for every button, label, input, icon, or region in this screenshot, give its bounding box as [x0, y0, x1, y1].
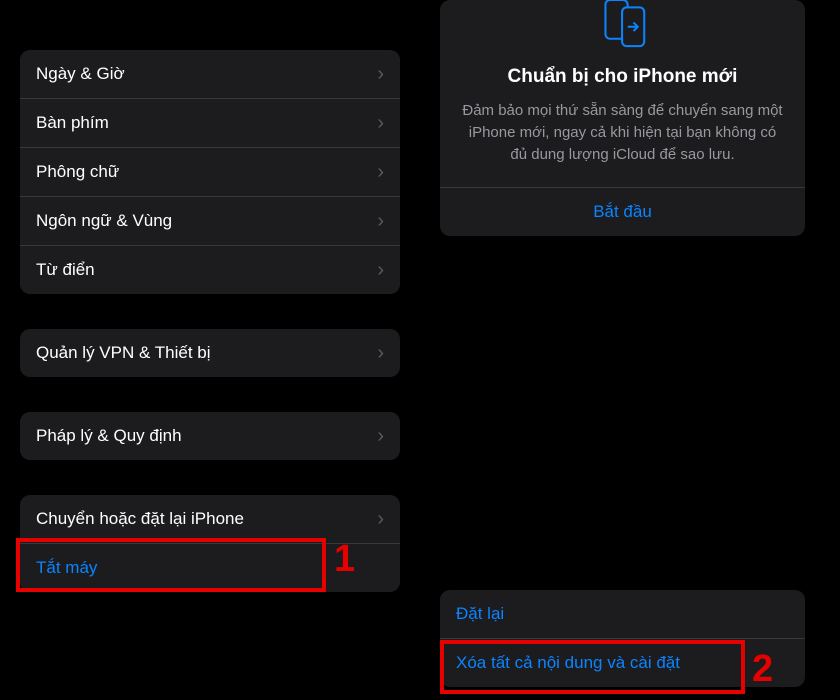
row-dictionary[interactable]: Từ điển › [20, 245, 400, 294]
row-label: Ngôn ngữ & Vùng [36, 211, 172, 231]
chevron-right-icon: › [377, 113, 384, 133]
row-label: Phông chữ [36, 162, 119, 182]
row-label: Bàn phím [36, 113, 109, 133]
row-vpn-device[interactable]: Quản lý VPN & Thiết bị › [20, 329, 400, 377]
prepare-title: Chuẩn bị cho iPhone mới [460, 66, 785, 88]
prepare-iphone-card: Chuẩn bị cho iPhone mới Đảm bảo mọi thứ … [440, 0, 805, 236]
row-label: Từ điển [36, 260, 95, 280]
prepare-description: Đảm bảo mọi thứ sẵn sàng để chuyển sang … [460, 100, 785, 165]
settings-group-vpn: Quản lý VPN & Thiết bị › [20, 329, 400, 377]
chevron-right-icon: › [377, 162, 384, 182]
row-transfer-reset[interactable]: Chuyển hoặc đặt lại iPhone › [20, 495, 400, 543]
chevron-right-icon: › [377, 260, 384, 280]
chevron-right-icon: › [377, 343, 384, 363]
get-started-button[interactable]: Bắt đầu [460, 188, 785, 236]
row-label: Pháp lý & Quy định [36, 426, 182, 446]
row-date-time[interactable]: Ngày & Giờ › [20, 50, 400, 98]
chevron-right-icon: › [377, 426, 384, 446]
row-shutdown[interactable]: Tắt máy [20, 543, 400, 592]
chevron-right-icon: › [377, 211, 384, 231]
reset-actions-group: Đặt lại Xóa tất cả nội dung và cài đặt [440, 590, 805, 687]
settings-group-reset: Chuyển hoặc đặt lại iPhone › Tắt máy [20, 495, 400, 592]
settings-group-general: Ngày & Giờ › Bàn phím › Phông chữ › Ngôn… [20, 50, 400, 294]
settings-group-legal: Pháp lý & Quy định › [20, 412, 400, 460]
row-fonts[interactable]: Phông chữ › [20, 147, 400, 196]
row-label: Chuyển hoặc đặt lại iPhone [36, 509, 244, 529]
row-language-region[interactable]: Ngôn ngữ & Vùng › [20, 196, 400, 245]
row-label: Tắt máy [36, 558, 97, 578]
row-keyboard[interactable]: Bàn phím › [20, 98, 400, 147]
phone-transfer-icon [593, 0, 653, 48]
reset-button[interactable]: Đặt lại [440, 590, 805, 638]
row-legal[interactable]: Pháp lý & Quy định › [20, 412, 400, 460]
row-label: Ngày & Giờ [36, 64, 125, 84]
erase-all-button[interactable]: Xóa tất cả nội dung và cài đặt [440, 638, 805, 687]
chevron-right-icon: › [377, 509, 384, 529]
row-label: Quản lý VPN & Thiết bị [36, 343, 211, 363]
chevron-right-icon: › [377, 64, 384, 84]
